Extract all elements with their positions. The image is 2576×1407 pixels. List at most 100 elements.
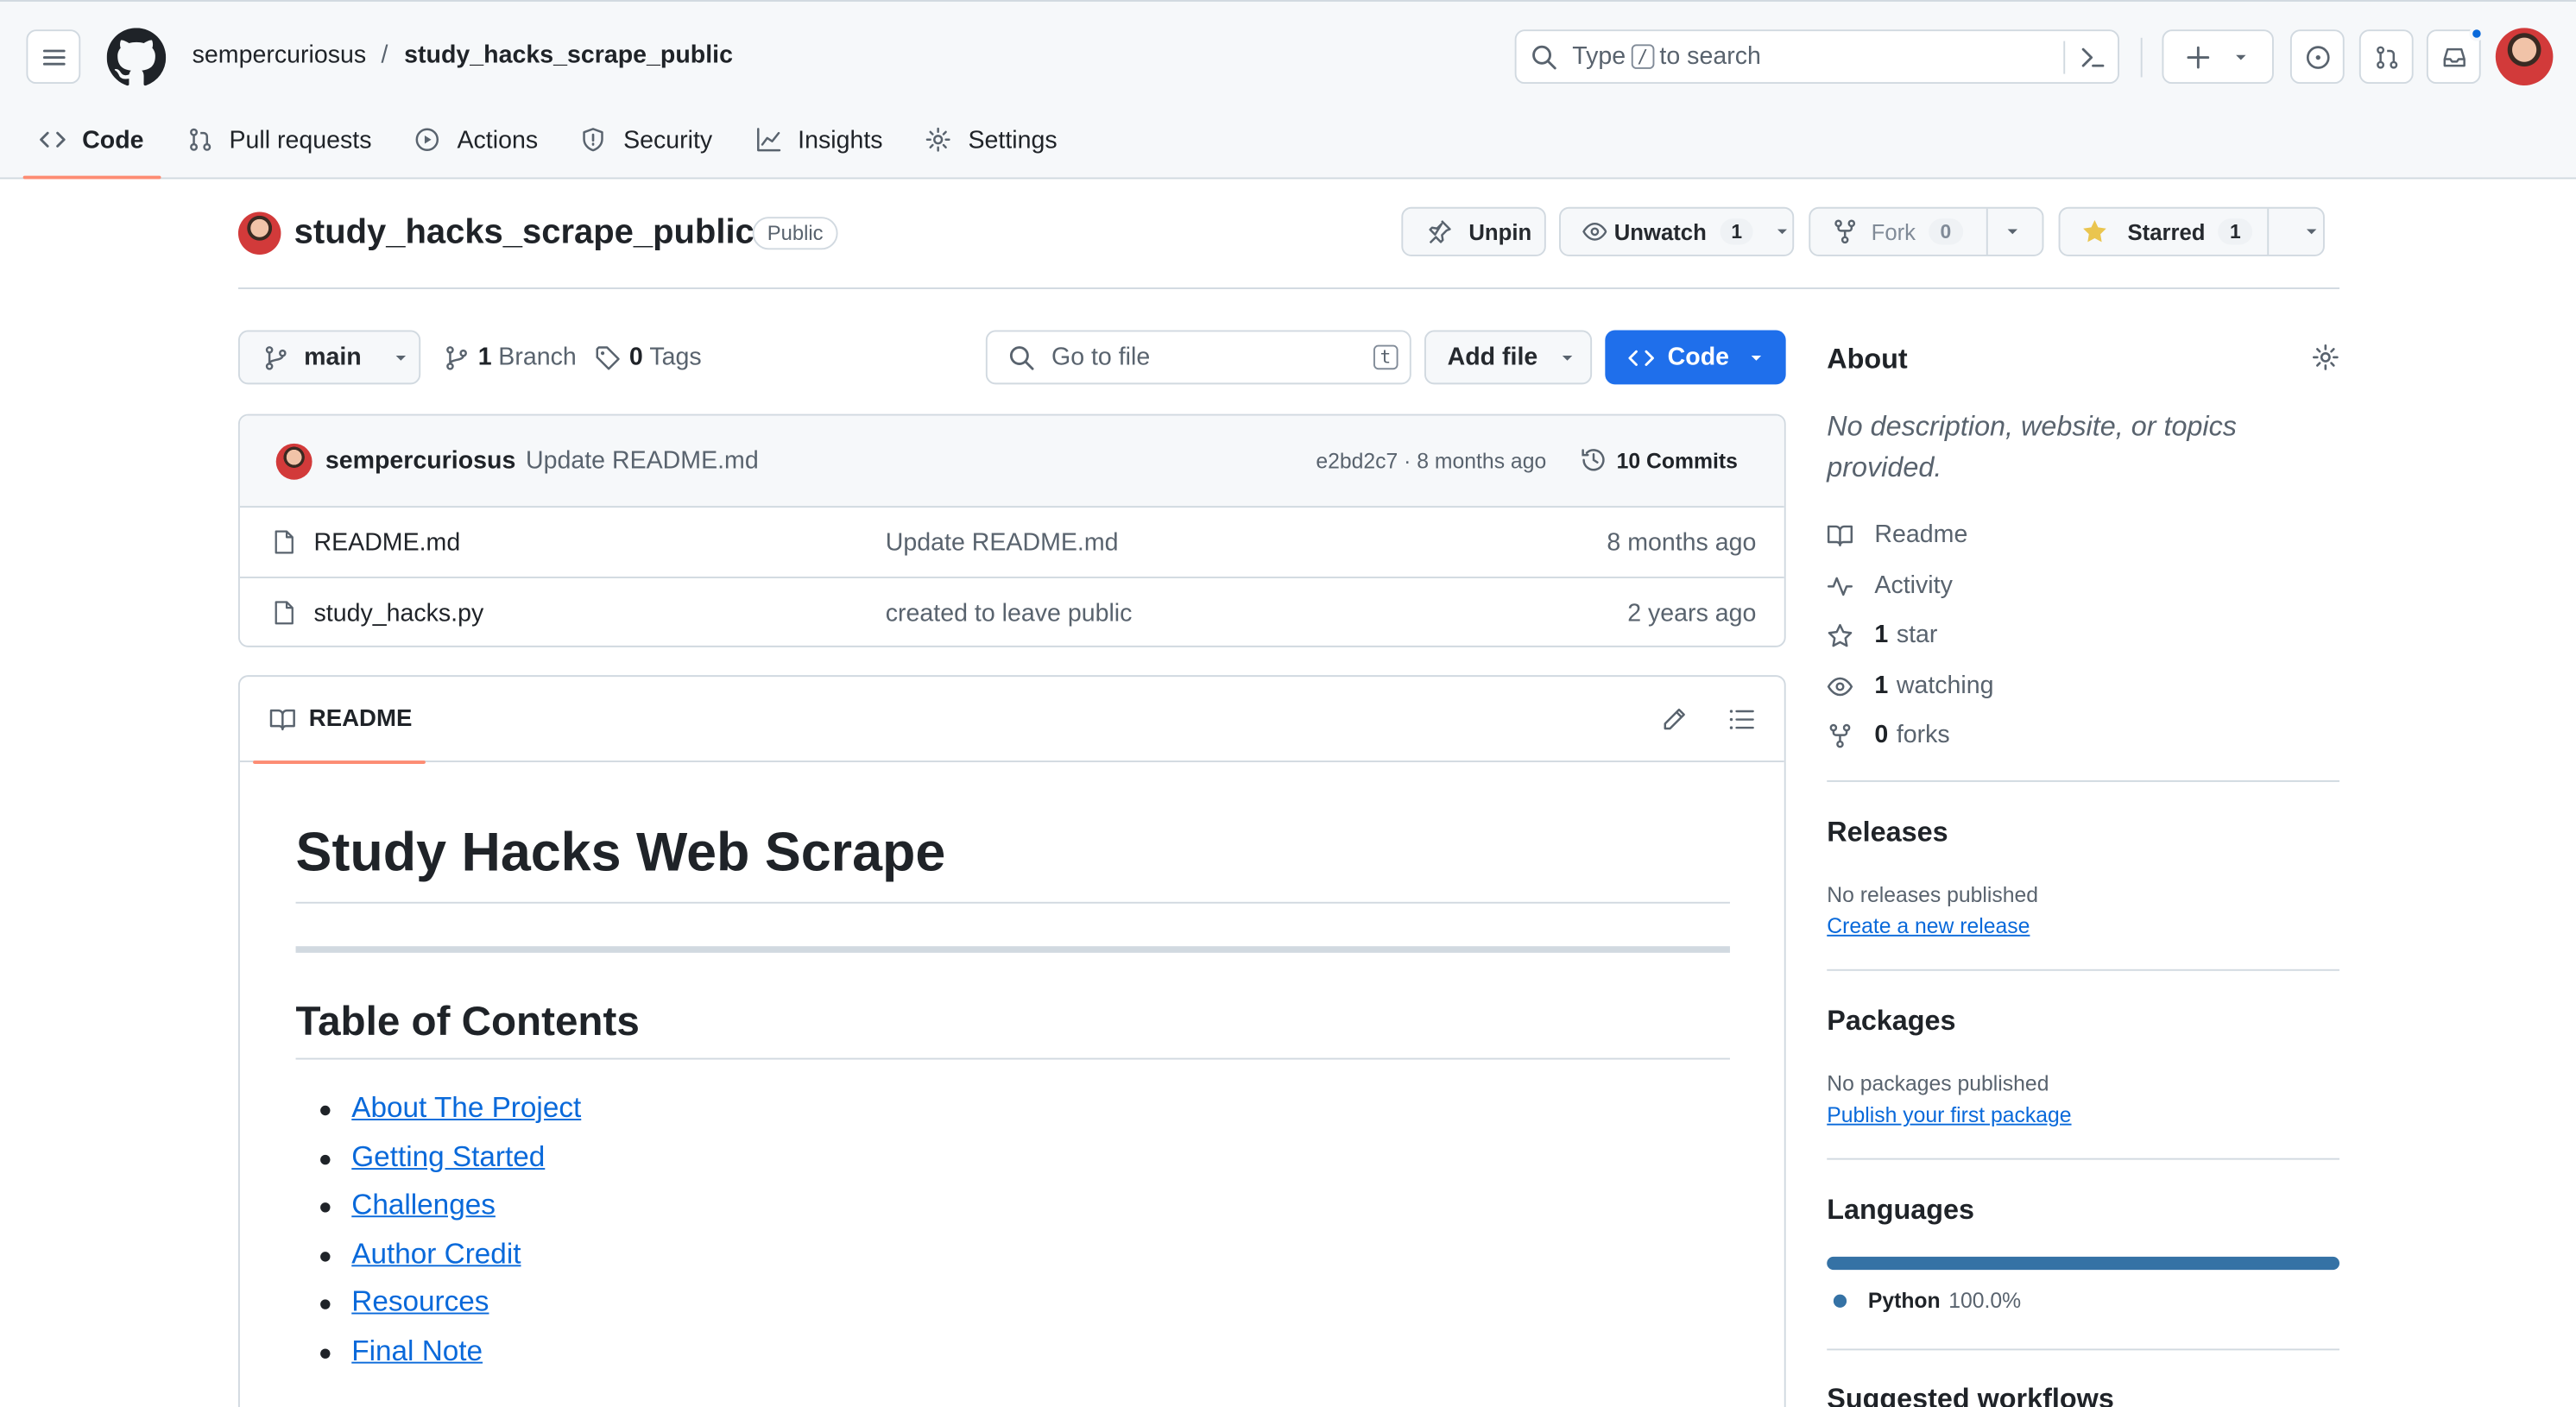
- gear-icon[interactable]: [2312, 344, 2339, 371]
- add-file-label: Add file: [1447, 343, 1538, 372]
- global-header: sempercuriosus / study_hacks_scrape_publ…: [0, 0, 2576, 180]
- branches-link[interactable]: 1 Branch: [444, 344, 577, 371]
- book-icon: [1827, 524, 1853, 546]
- readme-link[interactable]: Readme: [1827, 521, 1968, 549]
- readme-title: Study Hacks Web Scrape: [295, 821, 946, 882]
- tab-pull-requests[interactable]: Pull requests: [170, 113, 388, 166]
- triangle-down-icon[interactable]: [1773, 222, 1792, 242]
- github-logo-icon[interactable]: [106, 28, 167, 87]
- packages-title[interactable]: Packages: [1827, 1006, 1955, 1038]
- stars-count: 1: [1874, 621, 1889, 649]
- watching-label: watching: [1896, 672, 1994, 700]
- list-item: About The Project: [320, 1091, 581, 1139]
- file-name[interactable]: study_hacks.py: [313, 600, 483, 628]
- tab-security[interactable]: Security: [565, 113, 729, 166]
- triangle-down-icon: [1750, 355, 1761, 360]
- issue-icon: [2306, 45, 2329, 68]
- triangle-down-icon[interactable]: [2002, 222, 2022, 242]
- go-to-file-input[interactable]: Go to file t: [985, 330, 1411, 385]
- eye-icon: [1582, 222, 1607, 241]
- branch-label: main: [304, 343, 362, 372]
- owner-avatar[interactable]: [237, 211, 281, 255]
- toc-link[interactable]: Author Credit: [351, 1236, 521, 1269]
- unpin-button[interactable]: Unpin: [1401, 206, 1546, 256]
- tab-pull-requests-label: Pull requests: [229, 125, 372, 154]
- watch-count: 1: [1720, 218, 1754, 245]
- code-dropdown-button[interactable]: Code: [1605, 330, 1786, 385]
- activity-link[interactable]: Activity: [1827, 571, 1953, 600]
- pull-requests-button[interactable]: [2358, 29, 2414, 85]
- toc-link[interactable]: About The Project: [351, 1091, 581, 1124]
- pencil-icon[interactable]: [1661, 706, 1687, 732]
- breadcrumb-owner[interactable]: sempercuriosus: [193, 41, 366, 69]
- readme-link-label: Readme: [1874, 521, 1968, 549]
- watchers-link[interactable]: 1 watching: [1827, 672, 1994, 700]
- menu-button[interactable]: [26, 29, 81, 85]
- publish-package-link[interactable]: Publish your first package: [1827, 1102, 2071, 1127]
- readme-header: README: [239, 677, 1784, 764]
- list-item: Final Note: [320, 1333, 581, 1381]
- tab-code-label: Code: [82, 125, 144, 154]
- branch-select[interactable]: main: [237, 330, 421, 385]
- tab-insights[interactable]: Insights: [739, 113, 900, 166]
- forks-count: 0: [1874, 721, 1889, 749]
- branch-icon: [446, 345, 467, 369]
- create-release-link[interactable]: Create a new release: [1827, 913, 2030, 938]
- toc-link[interactable]: Final Note: [351, 1333, 483, 1366]
- list-outline-icon[interactable]: [1728, 706, 1754, 732]
- tab-actions[interactable]: Actions: [398, 113, 554, 166]
- language-bar[interactable]: [1827, 1256, 2340, 1271]
- issues-button[interactable]: [2289, 29, 2345, 85]
- commit-author-avatar[interactable]: [275, 443, 313, 480]
- stars-link[interactable]: 1 star: [1827, 621, 1937, 649]
- file-commit-message[interactable]: created to leave public: [886, 600, 1133, 628]
- tab-code[interactable]: Code: [22, 113, 161, 180]
- commit-meta[interactable]: e2bd2c7 · 8 months ago: [1316, 449, 1546, 474]
- sidebar-divider: [1827, 1158, 2340, 1160]
- triangle-down-icon: [1562, 355, 1573, 360]
- language-python[interactable]: Python 100.0%: [1833, 1288, 2022, 1313]
- sidebar-divider: [1827, 1348, 2340, 1351]
- list-item: Author Credit: [320, 1236, 581, 1284]
- table-row[interactable]: README.md Update README.md 8 months ago: [239, 508, 1784, 578]
- forks-link[interactable]: 0 forks: [1827, 721, 1950, 749]
- repo-title[interactable]: study_hacks_scrape_public: [294, 213, 754, 253]
- commit-message[interactable]: Update README.md: [526, 447, 759, 475]
- fork-button[interactable]: Fork 0: [1809, 206, 2044, 256]
- tab-readme[interactable]: README: [253, 677, 426, 764]
- language-percent: 100.0%: [1948, 1288, 2022, 1313]
- file-icon: [275, 601, 294, 625]
- search-suffix: to search: [1659, 42, 1761, 71]
- file-name[interactable]: README.md: [313, 529, 460, 557]
- user-avatar[interactable]: [2495, 28, 2554, 85]
- inbox-button[interactable]: [2426, 26, 2484, 85]
- code-icon: [1628, 349, 1654, 365]
- commits-link[interactable]: 10 Commits: [1581, 447, 1738, 473]
- releases-title[interactable]: Releases: [1827, 817, 1948, 849]
- starred-button[interactable]: Starred 1: [2058, 206, 2325, 256]
- file-list: sempercuriosus Update README.md e2bd2c7 …: [237, 413, 1786, 647]
- triangle-down-icon[interactable]: [2301, 222, 2321, 242]
- code-icon: [40, 131, 66, 148]
- tags-link[interactable]: 0 Tags: [595, 344, 702, 371]
- command-palette-icon[interactable]: [2080, 44, 2106, 70]
- unwatch-button[interactable]: Unwatch 1: [1559, 206, 1795, 256]
- inbox-icon: [2442, 47, 2465, 66]
- toc-link[interactable]: Getting Started: [351, 1139, 545, 1172]
- add-file-button[interactable]: Add file: [1424, 330, 1593, 385]
- toc-link[interactable]: Challenges: [351, 1188, 496, 1221]
- star-filled-icon: [2083, 220, 2106, 243]
- toc-link[interactable]: Resources: [351, 1284, 489, 1317]
- file-commit-message[interactable]: Update README.md: [886, 529, 1119, 557]
- commit-author[interactable]: sempercuriosus: [325, 447, 516, 475]
- triangle-down-icon: [2236, 54, 2246, 60]
- breadcrumb-repo[interactable]: study_hacks_scrape_public: [404, 41, 733, 69]
- tab-settings[interactable]: Settings: [909, 113, 1074, 166]
- unwatch-label: Unwatch: [1613, 219, 1707, 244]
- list-item: Resources: [320, 1284, 581, 1333]
- create-new-button[interactable]: [2162, 29, 2274, 85]
- global-search-input[interactable]: Type / to search: [1514, 29, 2119, 85]
- table-row[interactable]: study_hacks.py created to leave public 2…: [240, 578, 1784, 646]
- pull-request-icon: [2376, 45, 2397, 68]
- list-item: Getting Started: [320, 1139, 581, 1188]
